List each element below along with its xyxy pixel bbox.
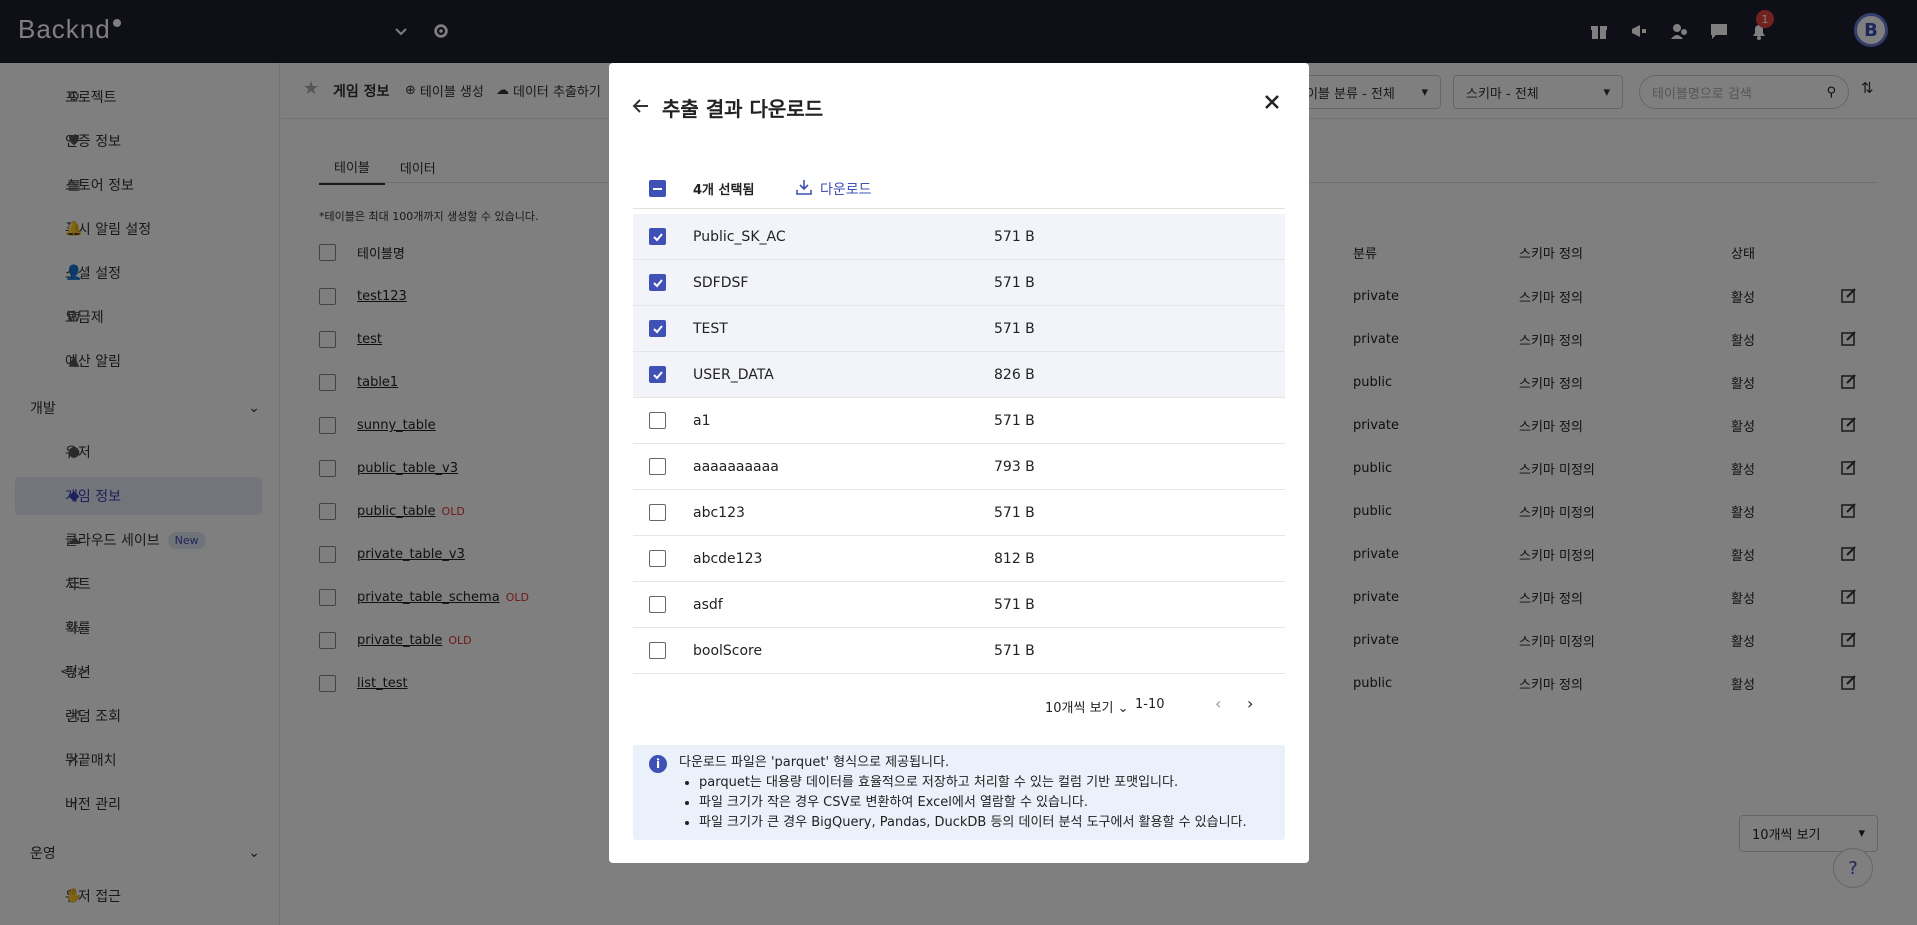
file-row[interactable]: asdf 571 B (633, 582, 1285, 628)
file-size: 571 B (994, 320, 1035, 337)
file-name: TEST (693, 320, 728, 337)
file-checkbox[interactable] (649, 550, 666, 567)
file-name: aaaaaaaaaa (693, 458, 779, 475)
info-icon: i (649, 755, 667, 773)
file-checkbox[interactable] (649, 274, 666, 291)
file-size: 571 B (994, 596, 1035, 613)
file-name: Public_SK_AC (693, 228, 786, 245)
chevron-down-icon: ⌄ (1117, 701, 1129, 716)
selection-toolbar: 4개 선택됨 다운로드 (633, 169, 1285, 209)
file-name: SDFDSF (693, 274, 749, 291)
file-row[interactable]: a1 571 B (633, 398, 1285, 444)
back-arrow-icon[interactable] (631, 96, 653, 118)
file-size: 571 B (994, 412, 1035, 429)
file-row[interactable]: TEST 571 B (633, 306, 1285, 352)
info-item: parquet는 대용량 데이터를 효율적으로 저장하고 처리할 수 있는 컬럼… (699, 773, 1269, 793)
page-range: 1-10 (1135, 697, 1165, 712)
modal-pagination: 10개씩 보기 ⌄ 1-10 ‹ › (633, 685, 1285, 725)
file-row[interactable]: abcde123 812 B (633, 536, 1285, 582)
file-size: 571 B (994, 642, 1035, 659)
file-row[interactable]: aaaaaaaaaa 793 B (633, 444, 1285, 490)
file-size: 571 B (994, 504, 1035, 521)
prev-page-icon[interactable]: ‹ (1215, 694, 1221, 713)
info-title: 다운로드 파일은 'parquet' 형식으로 제공됩니다. (679, 755, 950, 770)
modal-title: 추출 결과 다운로드 (662, 97, 824, 121)
file-row[interactable]: abc123 571 B (633, 490, 1285, 536)
file-size: 826 B (994, 366, 1035, 383)
file-checkbox[interactable] (649, 504, 666, 521)
file-row[interactable]: boolScore 571 B (633, 628, 1285, 674)
file-checkbox[interactable] (649, 228, 666, 245)
file-row[interactable]: Public_SK_AC 571 B (633, 214, 1285, 260)
file-name: USER_DATA (693, 366, 774, 383)
file-checkbox[interactable] (649, 458, 666, 475)
file-checkbox[interactable] (649, 412, 666, 429)
file-checkbox[interactable] (649, 596, 666, 613)
file-size: 812 B (994, 550, 1035, 567)
download-icon (796, 179, 812, 199)
info-item: 파일 크기가 작은 경우 CSV로 변환하여 Excel에서 열람할 수 있습니… (699, 793, 1269, 813)
file-name: asdf (693, 596, 723, 613)
select-all-indeterminate-checkbox[interactable] (649, 180, 666, 197)
download-modal: 추출 결과 다운로드 4개 선택됨 다운로드 Public_SK_AC 571 B… (609, 63, 1309, 863)
file-row[interactable]: SDFDSF 571 B (633, 260, 1285, 306)
file-size: 571 B (994, 228, 1035, 245)
file-checkbox[interactable] (649, 366, 666, 383)
file-name: a1 (693, 412, 711, 429)
file-size: 571 B (994, 274, 1035, 291)
file-checkbox[interactable] (649, 642, 666, 659)
next-page-icon[interactable]: › (1247, 694, 1253, 713)
file-checkbox[interactable] (649, 320, 666, 337)
close-icon[interactable] (1261, 91, 1283, 113)
download-button[interactable]: 다운로드 (796, 179, 872, 199)
file-size: 793 B (994, 458, 1035, 475)
selected-count: 4개 선택됨 (693, 183, 755, 198)
info-box: i 다운로드 파일은 'parquet' 형식으로 제공됩니다. parquet… (633, 745, 1285, 840)
file-row[interactable]: USER_DATA 826 B (633, 352, 1285, 398)
file-name: abc123 (693, 504, 745, 521)
info-item: 파일 크기가 큰 경우 BigQuery, Pandas, DuckDB 등의 … (699, 813, 1269, 833)
modal-page-size-select[interactable]: 10개씩 보기 ⌄ (1045, 697, 1129, 716)
file-name: abcde123 (693, 550, 763, 567)
file-name: boolScore (693, 642, 763, 659)
